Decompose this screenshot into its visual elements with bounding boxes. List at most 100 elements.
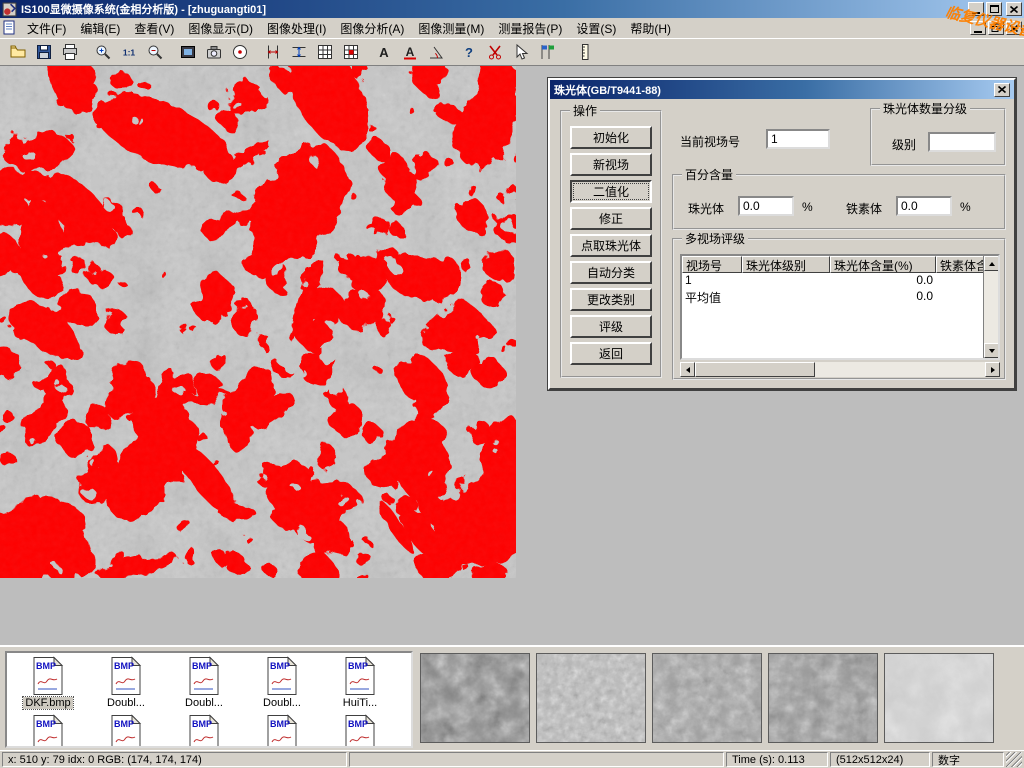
dialog-title-bar[interactable]: 珠光体(GB/T9441-88) xyxy=(550,80,1014,99)
save-button[interactable] xyxy=(31,41,56,64)
op-button-1[interactable]: 初始化 xyxy=(570,126,652,149)
ruler-icon xyxy=(576,43,594,61)
op-button-2[interactable]: 新视场 xyxy=(570,153,652,176)
pearlite-percent-input[interactable] xyxy=(738,196,794,216)
angle-measure-button[interactable] xyxy=(423,41,448,64)
angle-icon xyxy=(427,43,445,61)
thumbnail-5[interactable] xyxy=(884,653,994,743)
child-window-controls xyxy=(968,21,1022,35)
workspace: 珠光体(GB/T9441-88) 操作 初始化新视场二值化修正点取珠光体自动分类… xyxy=(0,66,1024,645)
file-item[interactable]: DKF.bmp xyxy=(9,656,87,709)
table-cell: 1 xyxy=(682,273,742,289)
cut-button[interactable] xyxy=(482,41,507,64)
metallographic-image[interactable] xyxy=(0,66,516,578)
op-button-4[interactable]: 修正 xyxy=(570,207,652,230)
file-item[interactable]: Doubl... xyxy=(165,656,243,709)
menu-item-9[interactable]: 设置(S) xyxy=(569,18,623,39)
file-item[interactable] xyxy=(87,714,165,748)
op-button-6[interactable]: 自动分类 xyxy=(570,261,652,284)
menu-item-7[interactable]: 图像测量(M) xyxy=(411,18,491,39)
file-name: Doubl... xyxy=(261,697,303,709)
menu-item-5[interactable]: 图像处理(I) xyxy=(260,18,333,39)
multi-field-group: 多视场评级 视场号珠光体级别珠光体含量(%)铁素体含量(%) 10.0平均值0.… xyxy=(672,238,1006,380)
table-vertical-scrollbar[interactable] xyxy=(983,256,998,358)
table-row[interactable]: 10.0 xyxy=(682,273,998,289)
table-row[interactable]: 平均值0.0 xyxy=(682,289,998,305)
maximize-button[interactable] xyxy=(986,2,1002,16)
scroll-up-button[interactable] xyxy=(984,256,999,271)
bmp-file-icon xyxy=(31,656,65,696)
menu-item-1[interactable]: 文件(F) xyxy=(20,18,73,39)
zoom-in-button[interactable] xyxy=(90,41,115,64)
column-header-2[interactable]: 珠光体级别 xyxy=(742,256,830,273)
window-title: IS100显微摄像系统(金相分析版) - [zhuguangti01] xyxy=(21,1,966,17)
zoom-out-button[interactable] xyxy=(142,41,167,64)
thumbnail-1[interactable] xyxy=(420,653,530,743)
measure-vertical-button[interactable] xyxy=(260,41,285,64)
text-annotate-button[interactable] xyxy=(371,41,396,64)
op-button-7[interactable]: 更改类别 xyxy=(570,288,652,311)
table-horizontal-scrollbar[interactable] xyxy=(680,362,1000,377)
ferrite-percent-input[interactable] xyxy=(896,196,952,216)
letter-a-icon xyxy=(375,43,393,61)
actual-size-button[interactable] xyxy=(116,41,141,64)
menu-item-4[interactable]: 图像显示(D) xyxy=(181,18,260,39)
target-button[interactable] xyxy=(227,41,252,64)
marker-button[interactable] xyxy=(534,41,559,64)
menu-item-3[interactable]: 查看(V) xyxy=(127,18,181,39)
op-button-3[interactable]: 二值化 xyxy=(570,180,652,203)
file-item[interactable] xyxy=(165,714,243,748)
capture-button[interactable] xyxy=(175,41,200,64)
pointer-button[interactable] xyxy=(508,41,533,64)
menu-item-6[interactable]: 图像分析(A) xyxy=(333,18,411,39)
current-field-input[interactable] xyxy=(766,129,830,149)
child-minimize-button[interactable] xyxy=(970,21,986,35)
thumbnail-2[interactable] xyxy=(536,653,646,743)
op-button-5[interactable]: 点取珠光体 xyxy=(570,234,652,257)
app-icon xyxy=(2,2,17,17)
menu-item-8[interactable]: 测量报告(P) xyxy=(491,18,569,39)
scroll-right-button[interactable] xyxy=(985,362,1000,377)
ruler-button[interactable] xyxy=(572,41,597,64)
child-restore-button[interactable] xyxy=(988,21,1004,35)
file-item[interactable] xyxy=(9,714,87,748)
print-button[interactable] xyxy=(57,41,82,64)
grade-level-input[interactable] xyxy=(928,132,996,152)
help-button[interactable] xyxy=(456,41,481,64)
close-button[interactable] xyxy=(1006,2,1022,16)
op-button-8[interactable]: 评级 xyxy=(570,315,652,338)
resize-grip[interactable] xyxy=(1006,752,1022,767)
file-item[interactable]: Doubl... xyxy=(243,656,321,709)
file-item[interactable] xyxy=(243,714,321,748)
scroll-down-button[interactable] xyxy=(984,343,999,358)
operations-buttons: 初始化新视场二值化修正点取珠光体自动分类更改类别评级返回 xyxy=(562,112,660,369)
pearlite-dialog: 珠光体(GB/T9441-88) 操作 初始化新视场二值化修正点取珠光体自动分类… xyxy=(548,78,1016,390)
child-close-button[interactable] xyxy=(1006,21,1022,35)
thumbnail-3[interactable] xyxy=(652,653,762,743)
file-item[interactable] xyxy=(321,714,399,748)
camera-button[interactable] xyxy=(201,41,226,64)
column-header-3[interactable]: 珠光体含量(%) xyxy=(830,256,936,273)
status-mode: 数字 xyxy=(932,752,1004,767)
horizontal-scroll-thumb[interactable] xyxy=(695,362,815,377)
table-cell xyxy=(936,289,987,305)
calibration-button[interactable] xyxy=(338,41,363,64)
minimize-button[interactable] xyxy=(968,2,984,16)
thumbnail-4[interactable] xyxy=(768,653,878,743)
dialog-close-button[interactable] xyxy=(994,83,1010,97)
menu-item-10[interactable]: 帮助(H) xyxy=(623,18,678,39)
font-button[interactable] xyxy=(397,41,422,64)
open-button[interactable] xyxy=(5,41,30,64)
menu-item-2[interactable]: 编辑(E) xyxy=(73,18,127,39)
file-item[interactable]: HuiTi... xyxy=(321,656,399,709)
op-button-9[interactable]: 返回 xyxy=(570,342,652,365)
table-cell: 平均值 xyxy=(682,289,742,305)
grid-button[interactable] xyxy=(312,41,337,64)
column-header-1[interactable]: 视场号 xyxy=(682,256,742,273)
file-item[interactable]: Doubl... xyxy=(87,656,165,709)
column-header-4[interactable]: 铁素体含量(%) xyxy=(936,256,987,273)
status-bar: x: 510 y: 79 idx: 0 RGB: (174, 174, 174)… xyxy=(0,750,1024,768)
scroll-left-button[interactable] xyxy=(680,362,695,377)
measure-horizontal-button[interactable] xyxy=(286,41,311,64)
current-field-label: 当前视场号 xyxy=(680,133,740,150)
